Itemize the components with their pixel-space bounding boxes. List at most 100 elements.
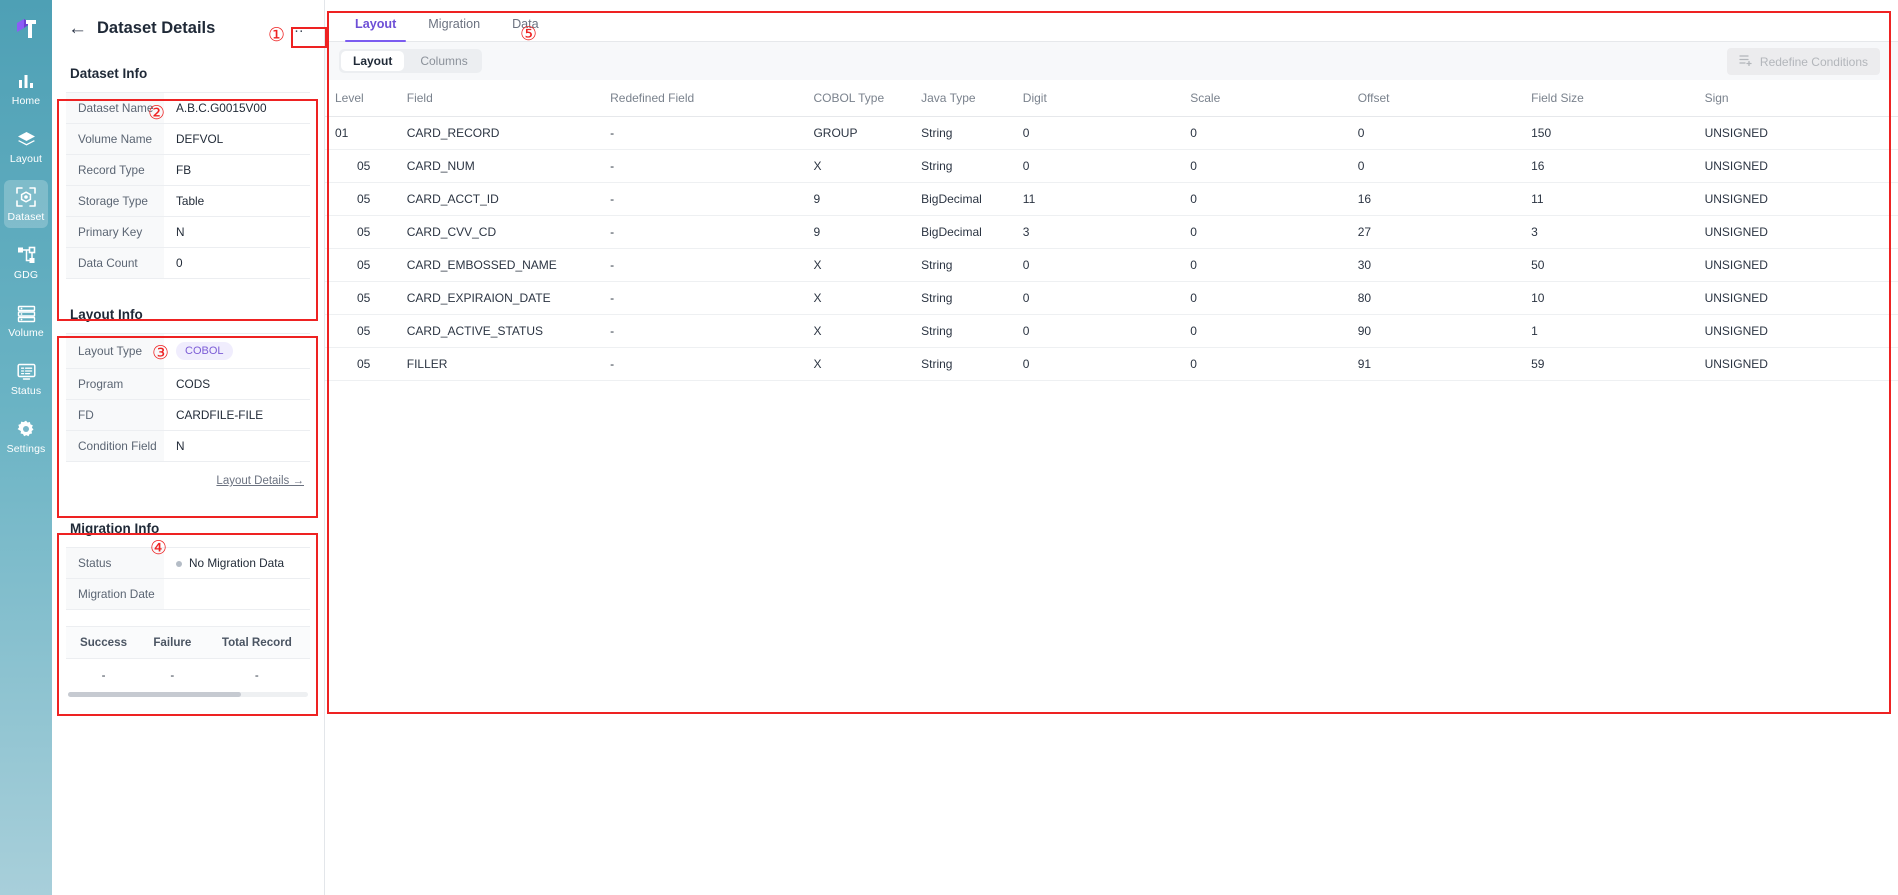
cell-field-size: 50 xyxy=(1521,248,1695,282)
column-header: Failure xyxy=(141,626,204,659)
sidebar-item-volume[interactable]: Volume xyxy=(4,296,48,344)
back-arrow-icon[interactable]: ← xyxy=(68,19,87,38)
cell-cobol-type: 9 xyxy=(803,215,912,249)
cell-cobol-type: X xyxy=(803,347,912,381)
cell-redefined-field: - xyxy=(600,248,804,282)
migration-info-card: Migration Info Status No Migration Data … xyxy=(66,511,310,697)
cell-offset: 80 xyxy=(1347,281,1522,315)
row-value: CODS xyxy=(176,377,211,391)
cell-field: CARD_EMBOSSED_NAME xyxy=(396,248,601,282)
dataset-info-card: Dataset Info Dataset Name A.B.C.G0015V00 … xyxy=(66,56,310,279)
table-row[interactable]: 05 CARD_CVV_CD - 9 BigDecimal 3 0 27 3 U… xyxy=(325,215,1898,249)
row-key: FD xyxy=(66,399,164,431)
cell-level: 05 xyxy=(325,314,397,348)
cell-field: CARD_EXPIRAION_DATE xyxy=(396,281,601,315)
gear-icon xyxy=(15,418,37,440)
cell-scale: 0 xyxy=(1180,182,1348,216)
bar-chart-icon xyxy=(15,70,37,92)
table-header-row: Level Field Redefined Field COBOL Type J… xyxy=(325,80,1898,117)
cell-scale: 0 xyxy=(1180,248,1348,282)
column-header-level[interactable]: Level xyxy=(325,80,397,117)
tab-data[interactable]: Data xyxy=(496,17,555,41)
cell-level: 05 xyxy=(325,281,397,315)
row-key: Volume Name xyxy=(66,123,164,155)
cell-field-size: 59 xyxy=(1521,347,1695,381)
redefine-conditions-button[interactable]: Redefine Conditions xyxy=(1726,48,1880,75)
row-key: Data Count xyxy=(66,247,164,279)
panel-header: ← Dataset Details … xyxy=(52,0,324,56)
sidebar-item-label: Volume xyxy=(8,327,44,339)
migration-stats-table: Success Failure Total Record - - - xyxy=(66,626,310,692)
column-header-digit[interactable]: Digit xyxy=(1012,80,1181,117)
sidebar-item-home[interactable]: Home xyxy=(4,64,48,112)
main-sidebar: Home Layout Dataset GDG Volume Status Se… xyxy=(0,0,52,895)
sidebar-item-layout[interactable]: Layout xyxy=(4,122,48,170)
cell-redefined-field: - xyxy=(600,314,804,348)
nodes-icon xyxy=(15,244,37,266)
column-header-scale[interactable]: Scale xyxy=(1180,80,1348,117)
sidebar-item-label: Settings xyxy=(6,443,46,455)
row-value xyxy=(164,579,310,610)
row-key: Dataset Name xyxy=(66,92,164,124)
column-header-field-size[interactable]: Field Size xyxy=(1521,80,1695,117)
table-row: FD CARDFILE-FILE xyxy=(66,399,310,431)
row-value: FB xyxy=(176,163,192,177)
page-title: Dataset Details xyxy=(97,18,216,37)
app-root: Home Layout Dataset GDG Volume Status Se… xyxy=(0,0,1898,895)
cell-offset: 27 xyxy=(1347,215,1522,249)
table-row[interactable]: 05 CARD_ACTIVE_STATUS - X String 0 0 90 … xyxy=(325,314,1898,348)
table-row[interactable]: 05 FILLER - X String 0 0 91 59 UNSIGNED xyxy=(325,347,1898,381)
cell-digit: 11 xyxy=(1012,182,1181,216)
horizontal-scrollbar[interactable] xyxy=(68,692,308,697)
dataset-details-panel: ← Dataset Details … Dataset Info Dataset… xyxy=(52,0,325,895)
sidebar-item-gdg[interactable]: GDG xyxy=(4,238,48,286)
segment-columns[interactable]: Columns xyxy=(406,49,481,73)
table-header-row: Success Failure Total Record xyxy=(66,626,310,659)
row-key: Storage Type xyxy=(66,185,164,217)
row-key: Layout Type xyxy=(66,333,164,369)
table-row[interactable]: 05 CARD_EXPIRAION_DATE - X String 0 0 80… xyxy=(325,281,1898,315)
layers-icon xyxy=(15,128,37,150)
column-header-offset[interactable]: Offset xyxy=(1347,80,1522,117)
row-value: DEFVOL xyxy=(176,132,224,146)
table-row: Primary Key N xyxy=(66,216,310,248)
cell-field-size: 16 xyxy=(1521,149,1695,183)
tab-migration[interactable]: Migration xyxy=(412,17,496,41)
cell-redefined-field: - xyxy=(600,182,804,216)
row-key: Program xyxy=(66,368,164,400)
sidebar-item-dataset[interactable]: Dataset xyxy=(4,180,48,228)
cell-digit: 0 xyxy=(1012,281,1181,315)
table-row[interactable]: 05 CARD_NUM - X String 0 0 0 16 UNSIGNED xyxy=(325,149,1898,183)
row-value: N xyxy=(176,225,185,239)
column-header-redefined-field[interactable]: Redefined Field xyxy=(600,80,804,117)
sidebar-item-status[interactable]: Status xyxy=(4,354,48,402)
table-row[interactable]: 01 CARD_RECORD - GROUP String 0 0 0 150 … xyxy=(325,116,1898,150)
row-key: Condition Field xyxy=(66,430,164,462)
list-plus-icon xyxy=(1739,54,1753,69)
cell-java-type: String xyxy=(911,314,1013,348)
main-content: Layout Migration Data Layout Columns Red… xyxy=(325,0,1898,895)
cell-cobol-type: X xyxy=(803,149,912,183)
dataset-info-title: Dataset Info xyxy=(70,66,148,81)
column-header-cobol-type[interactable]: COBOL Type xyxy=(803,80,912,117)
more-options-button[interactable]: … xyxy=(284,18,310,38)
column-header-java-type[interactable]: Java Type xyxy=(911,80,1013,117)
table-row[interactable]: 05 CARD_EMBOSSED_NAME - X String 0 0 30 … xyxy=(325,248,1898,282)
sidebar-item-settings[interactable]: Settings xyxy=(4,412,48,460)
cell-sign: UNSIGNED xyxy=(1694,116,1898,150)
tab-layout[interactable]: Layout xyxy=(339,17,412,42)
layout-details-link[interactable]: Layout Details → xyxy=(216,475,304,487)
segment-layout[interactable]: Layout xyxy=(341,51,405,71)
column-header-field[interactable]: Field xyxy=(396,80,601,117)
cell-cobol-type: X xyxy=(803,314,912,348)
cell-level: 05 xyxy=(325,248,397,282)
cell-digit: 3 xyxy=(1012,215,1181,249)
table-row: Dataset Name A.B.C.G0015V00 xyxy=(66,92,310,124)
cell-cobol-type: X xyxy=(803,248,912,282)
scrollbar-thumb[interactable] xyxy=(68,692,241,697)
table-row[interactable]: 05 CARD_ACCT_ID - 9 BigDecimal 11 0 16 1… xyxy=(325,182,1898,216)
cell-sign: UNSIGNED xyxy=(1694,182,1898,216)
row-key: Status xyxy=(66,547,164,579)
column-header-sign[interactable]: Sign xyxy=(1694,80,1898,117)
status-dot-icon xyxy=(176,560,182,567)
